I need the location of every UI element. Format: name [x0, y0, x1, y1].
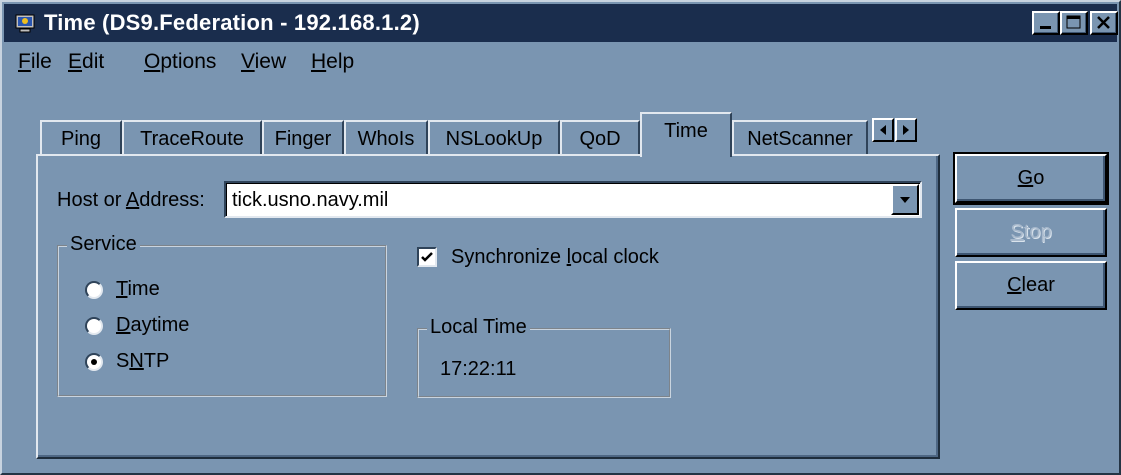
service-group: Service: [57, 233, 387, 397]
sync-clock-label[interactable]: Synchronize local clock: [451, 246, 659, 269]
menu-help[interactable]: Help: [311, 50, 354, 74]
tab-label: WhoIs: [357, 128, 415, 150]
tab-nslookup[interactable]: NSLookUp: [428, 120, 560, 155]
tab-label: Ping: [60, 128, 102, 150]
menu-edit[interactable]: Edit: [68, 50, 104, 74]
stop-button[interactable]: Stop: [955, 208, 1107, 257]
app-window: Time (DS9.Federation - 192.168.1.2) File…: [0, 0, 1121, 475]
tab-netscanner[interactable]: NetScanner: [732, 120, 868, 155]
menu-bar: File Edit Options View Help: [4, 42, 1117, 82]
menu-options[interactable]: Options: [144, 50, 216, 74]
close-icon: [1097, 16, 1110, 29]
title-bar[interactable]: Time (DS9.Federation - 192.168.1.2): [4, 4, 1118, 42]
radio-sntp[interactable]: [85, 353, 103, 371]
tab-scroll-left-button[interactable]: [872, 118, 894, 142]
host-dropdown-button[interactable]: [891, 184, 919, 215]
clear-button[interactable]: Clear: [955, 261, 1107, 310]
maximize-icon: [1066, 15, 1081, 29]
checkmark-icon: [421, 252, 433, 262]
menu-file[interactable]: File: [18, 50, 52, 74]
tab-label: Time: [664, 120, 708, 142]
host-label: Host or Address:: [57, 189, 205, 211]
menu-view[interactable]: View: [241, 50, 286, 74]
local-time-legend: Local Time: [427, 316, 530, 339]
arrow-right-icon: [903, 125, 909, 135]
radio-daytime[interactable]: [85, 317, 103, 335]
tab-ping[interactable]: Ping: [40, 120, 122, 155]
maximize-button[interactable]: [1060, 11, 1088, 35]
radio-selected-dot: [91, 359, 97, 365]
go-button[interactable]: Go: [953, 152, 1109, 205]
tab-whois[interactable]: WhoIs: [344, 120, 428, 155]
tab-label: NSLookUp: [445, 128, 543, 150]
host-input[interactable]: tick.usno.navy.mil: [232, 189, 388, 212]
sync-clock-checkbox[interactable]: [417, 247, 437, 267]
minimize-icon: [1040, 26, 1051, 29]
radio-time-label[interactable]: Time: [116, 278, 160, 301]
app-icon: [15, 14, 35, 33]
tab-traceroute[interactable]: TraceRoute: [122, 120, 262, 155]
close-button[interactable]: [1090, 11, 1118, 35]
window-title: Time (DS9.Federation - 192.168.1.2): [44, 10, 420, 35]
tab-label: QoD: [579, 128, 621, 150]
chevron-down-icon: [900, 197, 910, 203]
minimize-button[interactable]: [1032, 11, 1060, 35]
host-combobox[interactable]: tick.usno.navy.mil: [224, 181, 922, 218]
tab-label: TraceRoute: [140, 128, 244, 150]
tab-label: Finger: [274, 128, 332, 150]
tab-scroll-right-button[interactable]: [895, 118, 917, 142]
tab-qod[interactable]: QoD: [560, 120, 640, 155]
tab-time[interactable]: Time: [640, 112, 732, 157]
tab-finger[interactable]: Finger: [262, 120, 344, 155]
radio-time[interactable]: [85, 281, 103, 299]
radio-daytime-label[interactable]: Daytime: [116, 314, 189, 337]
radio-sntp-label[interactable]: SNTP: [116, 350, 169, 373]
arrow-left-icon: [880, 125, 886, 135]
tab-label: NetScanner: [747, 128, 853, 150]
service-legend: Service: [67, 233, 140, 256]
local-time-value: 17:22:11: [440, 358, 517, 380]
